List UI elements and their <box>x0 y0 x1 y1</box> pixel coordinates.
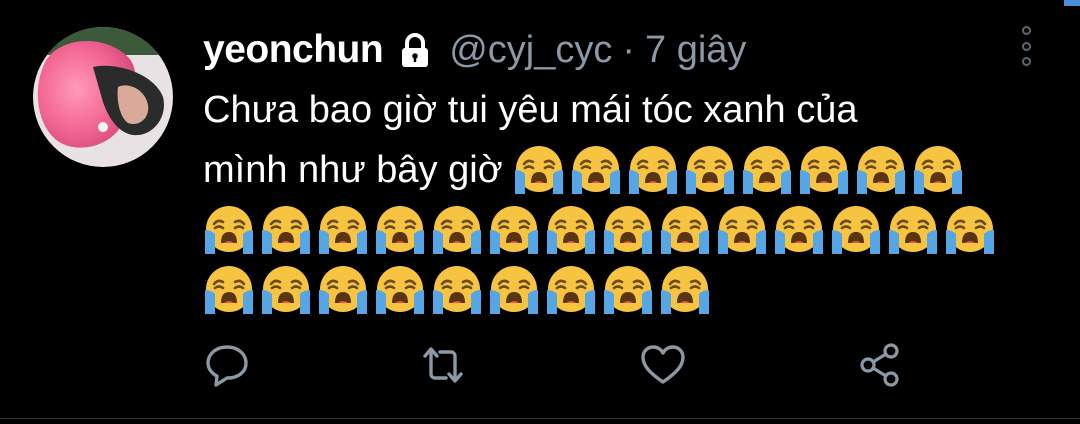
loudly-crying-face-icon <box>659 204 711 256</box>
loudly-crying-face-icon <box>545 264 597 316</box>
user-handle[interactable]: @cyj_cyc <box>449 29 612 72</box>
emoji-group-line2 <box>513 144 969 196</box>
loudly-crying-face-icon <box>684 144 736 196</box>
loudly-crying-face-icon <box>374 204 426 256</box>
loudly-crying-face-icon <box>260 204 312 256</box>
loudly-crying-face-icon <box>431 204 483 256</box>
loudly-crying-face-icon <box>488 204 540 256</box>
more-vertical-icon[interactable] <box>1016 26 1036 66</box>
timestamp[interactable]: 7 giây <box>645 29 746 72</box>
loudly-crying-face-icon <box>570 144 622 196</box>
tweet-text-line-1: Chưa bao giờ tui yêu mái tóc xanh của <box>203 89 858 131</box>
loudly-crying-face-icon <box>488 264 540 316</box>
loudly-crying-face-icon <box>887 204 939 256</box>
avatar[interactable] <box>33 27 173 167</box>
loudly-crying-face-icon <box>317 204 369 256</box>
loudly-crying-face-icon <box>944 204 996 256</box>
emoji-group-line3 <box>203 200 1023 260</box>
loudly-crying-face-icon <box>602 264 654 316</box>
loudly-crying-face-icon <box>545 204 597 256</box>
loudly-crying-face-icon <box>431 264 483 316</box>
loudly-crying-face-icon <box>659 264 711 316</box>
loudly-crying-face-icon <box>798 144 850 196</box>
loudly-crying-face-icon <box>513 144 565 196</box>
loudly-crying-face-icon <box>374 264 426 316</box>
share-icon[interactable] <box>858 342 904 388</box>
loudly-crying-face-icon <box>627 144 679 196</box>
display-name[interactable]: yeonchun <box>203 28 384 72</box>
reply-icon[interactable] <box>204 342 250 388</box>
tweet-text-line-2: mình như bây giờ <box>203 140 1023 200</box>
loudly-crying-face-icon <box>203 204 255 256</box>
loudly-crying-face-icon <box>260 264 312 316</box>
tweet-header: yeonchun @cyj_cyc · 7 giây <box>203 25 746 75</box>
tweet-text: Chưa bao giờ tui yêu mái tóc xanh của mì… <box>203 80 1023 320</box>
loudly-crying-face-icon <box>830 204 882 256</box>
loudly-crying-face-icon <box>773 204 825 256</box>
lock-icon <box>395 30 435 70</box>
tweet-actions <box>0 342 1080 392</box>
loudly-crying-face-icon <box>602 204 654 256</box>
retweet-icon[interactable] <box>420 342 466 388</box>
emoji-group-line4 <box>203 260 1023 320</box>
status-indicator <box>1064 0 1080 6</box>
heart-icon[interactable] <box>640 342 686 388</box>
loudly-crying-face-icon <box>716 204 768 256</box>
loudly-crying-face-icon <box>855 144 907 196</box>
separator-dot: · <box>622 28 635 71</box>
loudly-crying-face-icon <box>741 144 793 196</box>
loudly-crying-face-icon <box>912 144 964 196</box>
loudly-crying-face-icon <box>203 264 255 316</box>
loudly-crying-face-icon <box>317 264 369 316</box>
tweet-text-line-2-text: mình như bây giờ <box>203 149 503 191</box>
divider <box>0 418 1080 419</box>
